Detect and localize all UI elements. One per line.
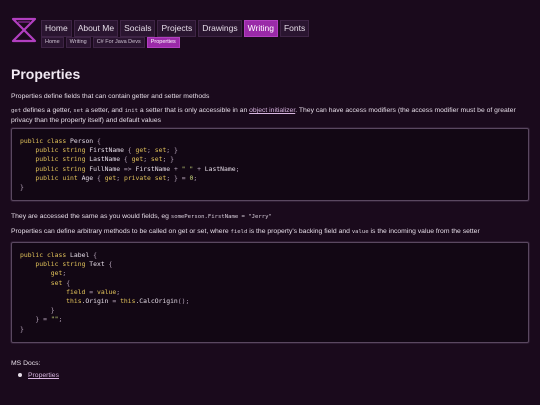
text-span: a setter that is only accessible in an — [138, 107, 250, 114]
text-span: Properties can define arbitrary methods … — [11, 228, 231, 235]
text-span: a setter, and — [83, 107, 125, 114]
bullet-icon — [18, 373, 22, 378]
nav-socials[interactable]: Socials — [120, 20, 156, 37]
inline-code-get: get — [11, 108, 22, 114]
breadcrumb-properties[interactable]: Properties — [146, 37, 180, 48]
code-block-content: public class Label { public string Text … — [20, 251, 190, 333]
accessor-paragraph: get defines a getter, set a setter, and … — [11, 106, 526, 125]
nav-about-me[interactable]: About Me — [73, 20, 119, 37]
main-nav: Home About Me Socials Projects Drawings … — [41, 20, 310, 37]
breadcrumb: Home Writing C# For Java Devs Properties — [41, 37, 180, 48]
inline-code-value: value — [351, 229, 369, 235]
code-block-content: public class Person { public string Firs… — [20, 137, 240, 192]
code-block-person: public class Person { public string Firs… — [11, 128, 529, 202]
code-block-label: public class Label { public string Text … — [11, 242, 529, 343]
text-span: defines a getter, — [21, 107, 74, 114]
intro-paragraph: Properties define fields that can contai… — [11, 93, 210, 100]
breadcrumb-home[interactable]: Home — [41, 37, 64, 48]
nav-home[interactable]: Home — [41, 20, 72, 37]
nav-fonts[interactable]: Fonts — [279, 20, 310, 37]
docs-list: Properties — [18, 372, 59, 379]
inline-code-field: field — [230, 229, 248, 235]
object-initializer-link[interactable]: object initializer — [249, 107, 295, 114]
breadcrumb-csharp-for-java-devs[interactable]: C# For Java Devs — [92, 37, 145, 48]
inline-code-init: init — [124, 108, 139, 114]
access-paragraph: They are accessed the same as you would … — [11, 212, 526, 222]
ms-docs-label: MS Docs: — [11, 360, 41, 367]
text-span: is the property's backing field and — [247, 228, 352, 235]
nav-projects[interactable]: Projects — [157, 20, 197, 37]
site-logo-icon[interactable] — [10, 16, 38, 44]
properties-docs-link[interactable]: Properties — [28, 372, 59, 379]
text-span: They are accessed the same as you would … — [11, 213, 171, 220]
inline-code-set: set — [73, 108, 84, 114]
inline-code-example: somePerson.FirstName = "Jerry" — [170, 214, 272, 220]
text-span: is the incoming value from the setter — [368, 228, 480, 235]
methods-paragraph: Properties can define arbitrary methods … — [11, 227, 526, 237]
breadcrumb-writing[interactable]: Writing — [65, 37, 91, 48]
page-title: Properties — [11, 66, 81, 82]
nav-drawings[interactable]: Drawings — [198, 20, 242, 37]
nav-writing[interactable]: Writing — [243, 20, 278, 37]
